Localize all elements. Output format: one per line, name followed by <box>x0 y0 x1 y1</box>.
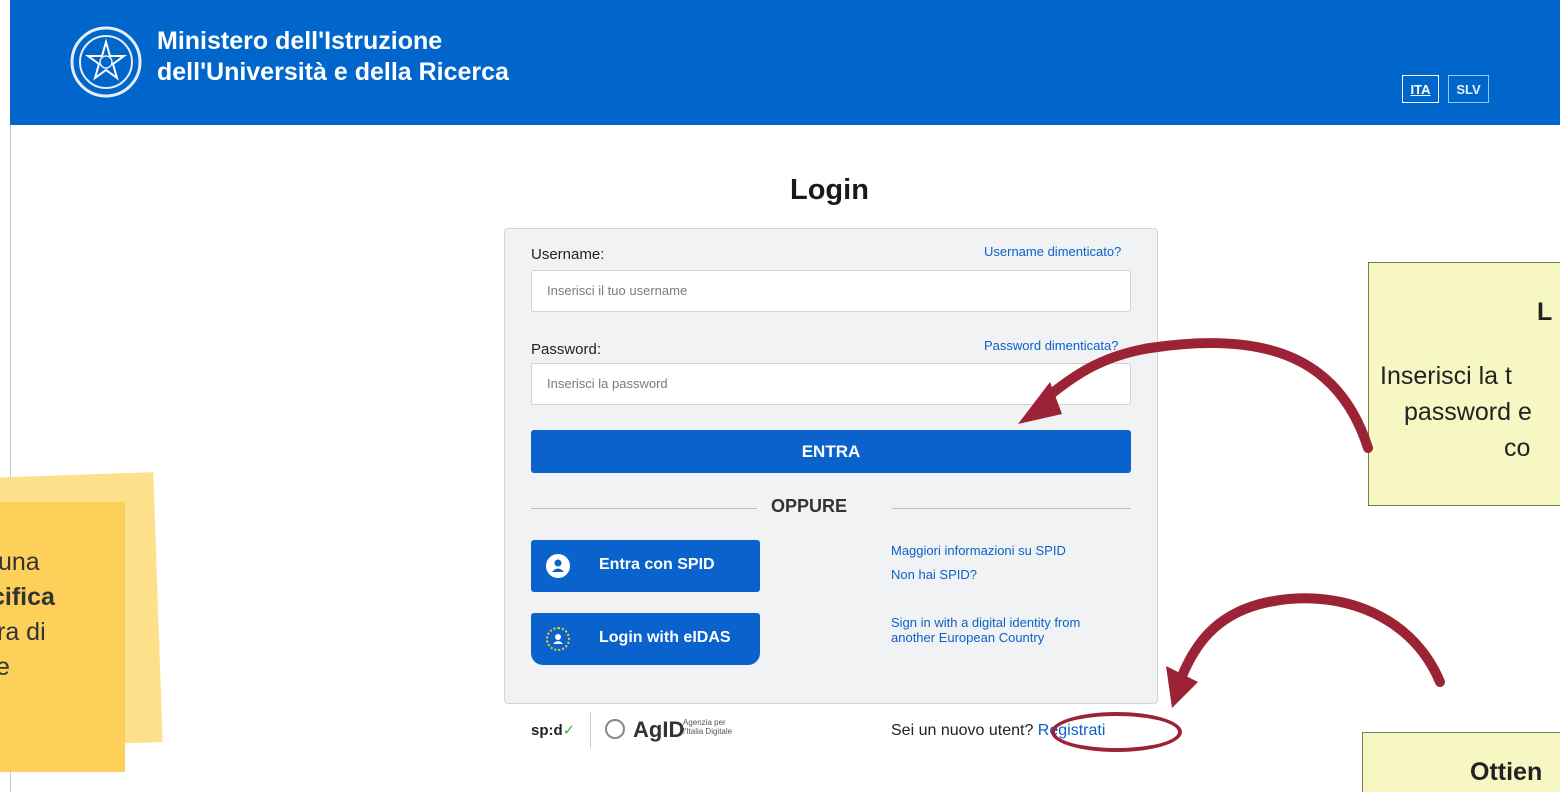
arrow-to-register <box>1177 593 1445 687</box>
arrow-to-entra <box>1039 338 1373 453</box>
annotation-arrows <box>1018 338 1445 708</box>
page: Ministero dell'Istruzione dell'Universit… <box>0 0 1560 792</box>
